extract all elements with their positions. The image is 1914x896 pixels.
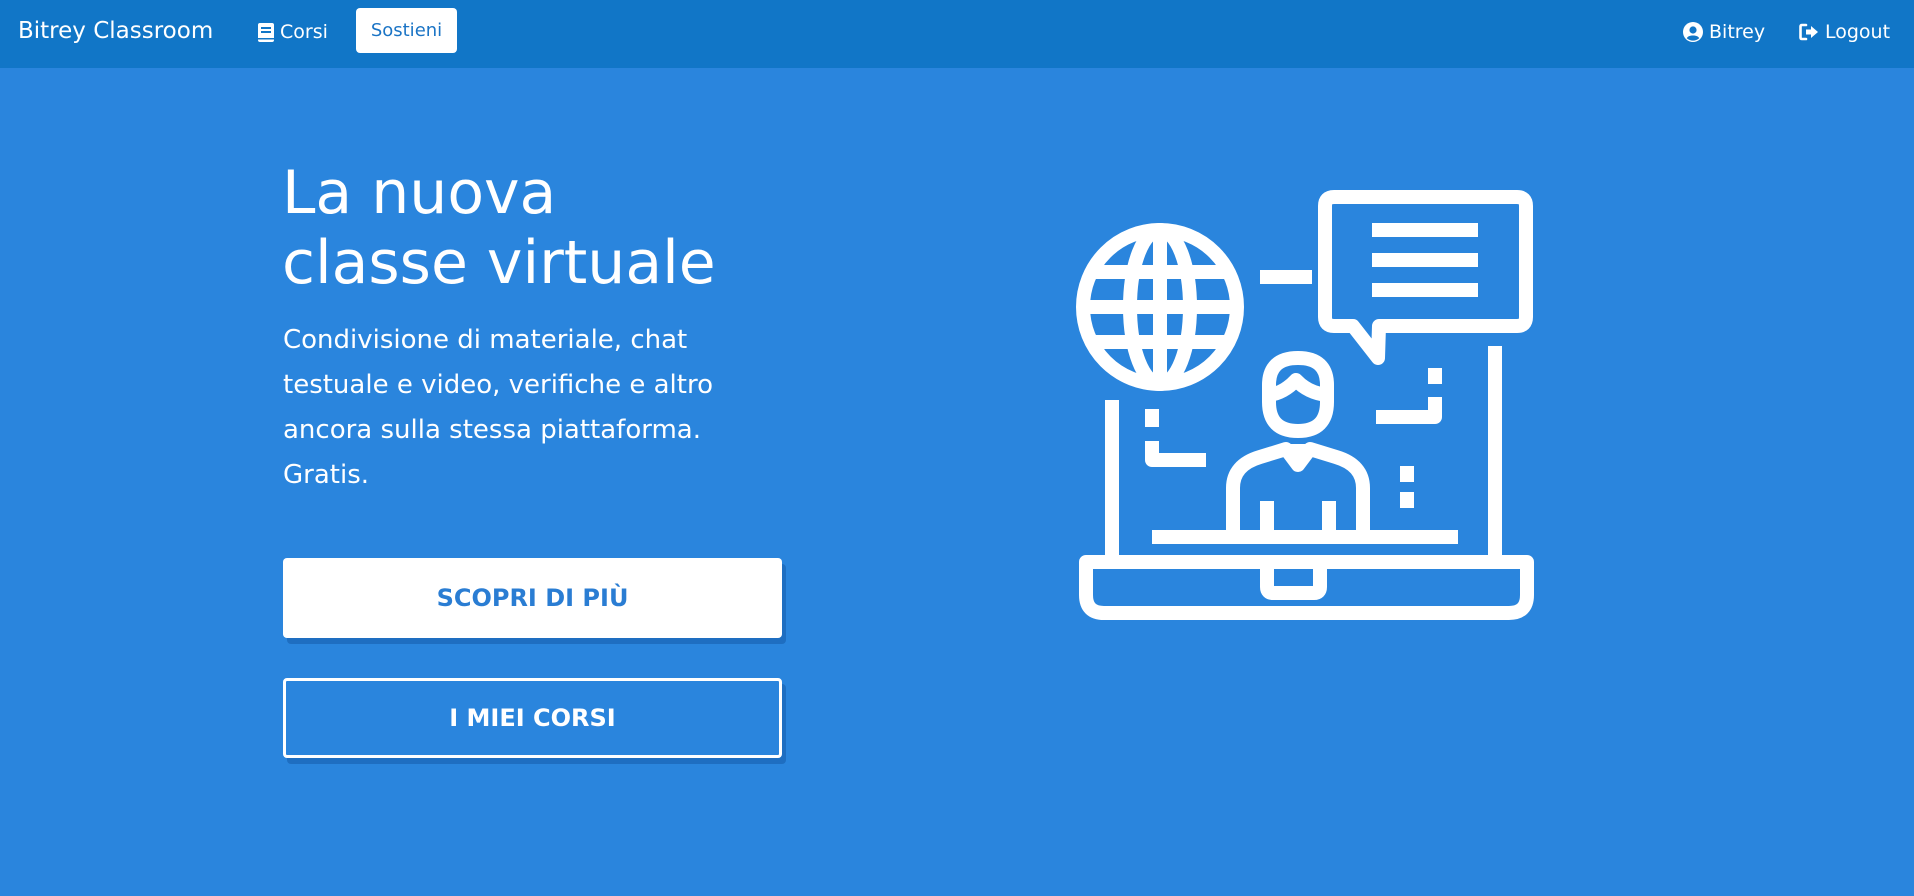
nav-logout-link[interactable]: Logout xyxy=(1799,19,1890,45)
discover-more-label: SCOPRI DI PIÙ xyxy=(436,584,629,612)
navbar: Bitrey Classroom Corsi Sostieni Bitrey L… xyxy=(0,0,1914,68)
discover-more-button[interactable]: SCOPRI DI PIÙ xyxy=(283,558,782,638)
user-circle-icon xyxy=(1683,22,1703,42)
online-teacher-icon xyxy=(1076,190,1534,620)
book-icon xyxy=(258,22,274,42)
brand-logo[interactable]: Bitrey Classroom xyxy=(18,17,213,45)
hero-subtitle: Condivisione di materiale, chat testuale… xyxy=(283,325,713,490)
nav-user-label: Bitrey xyxy=(1709,21,1766,43)
nav-user-link[interactable]: Bitrey xyxy=(1683,19,1765,45)
nav-logout-label: Logout xyxy=(1825,21,1891,43)
nav-support-button[interactable]: Sostieni xyxy=(356,8,457,53)
my-courses-button[interactable]: I MIEI CORSI xyxy=(283,678,782,758)
hero-title-line-1: La nuova xyxy=(282,158,557,228)
my-courses-label: I MIEI CORSI xyxy=(449,704,616,732)
nav-support-label: Sostieni xyxy=(370,20,443,41)
nav-courses-link[interactable]: Corsi xyxy=(258,19,328,45)
hero-title-line-2: classe virtuale xyxy=(282,228,716,298)
sign-out-icon xyxy=(1799,23,1818,41)
nav-courses-label: Corsi xyxy=(280,21,328,43)
hero-title: La nuova classe virtuale xyxy=(282,158,842,298)
